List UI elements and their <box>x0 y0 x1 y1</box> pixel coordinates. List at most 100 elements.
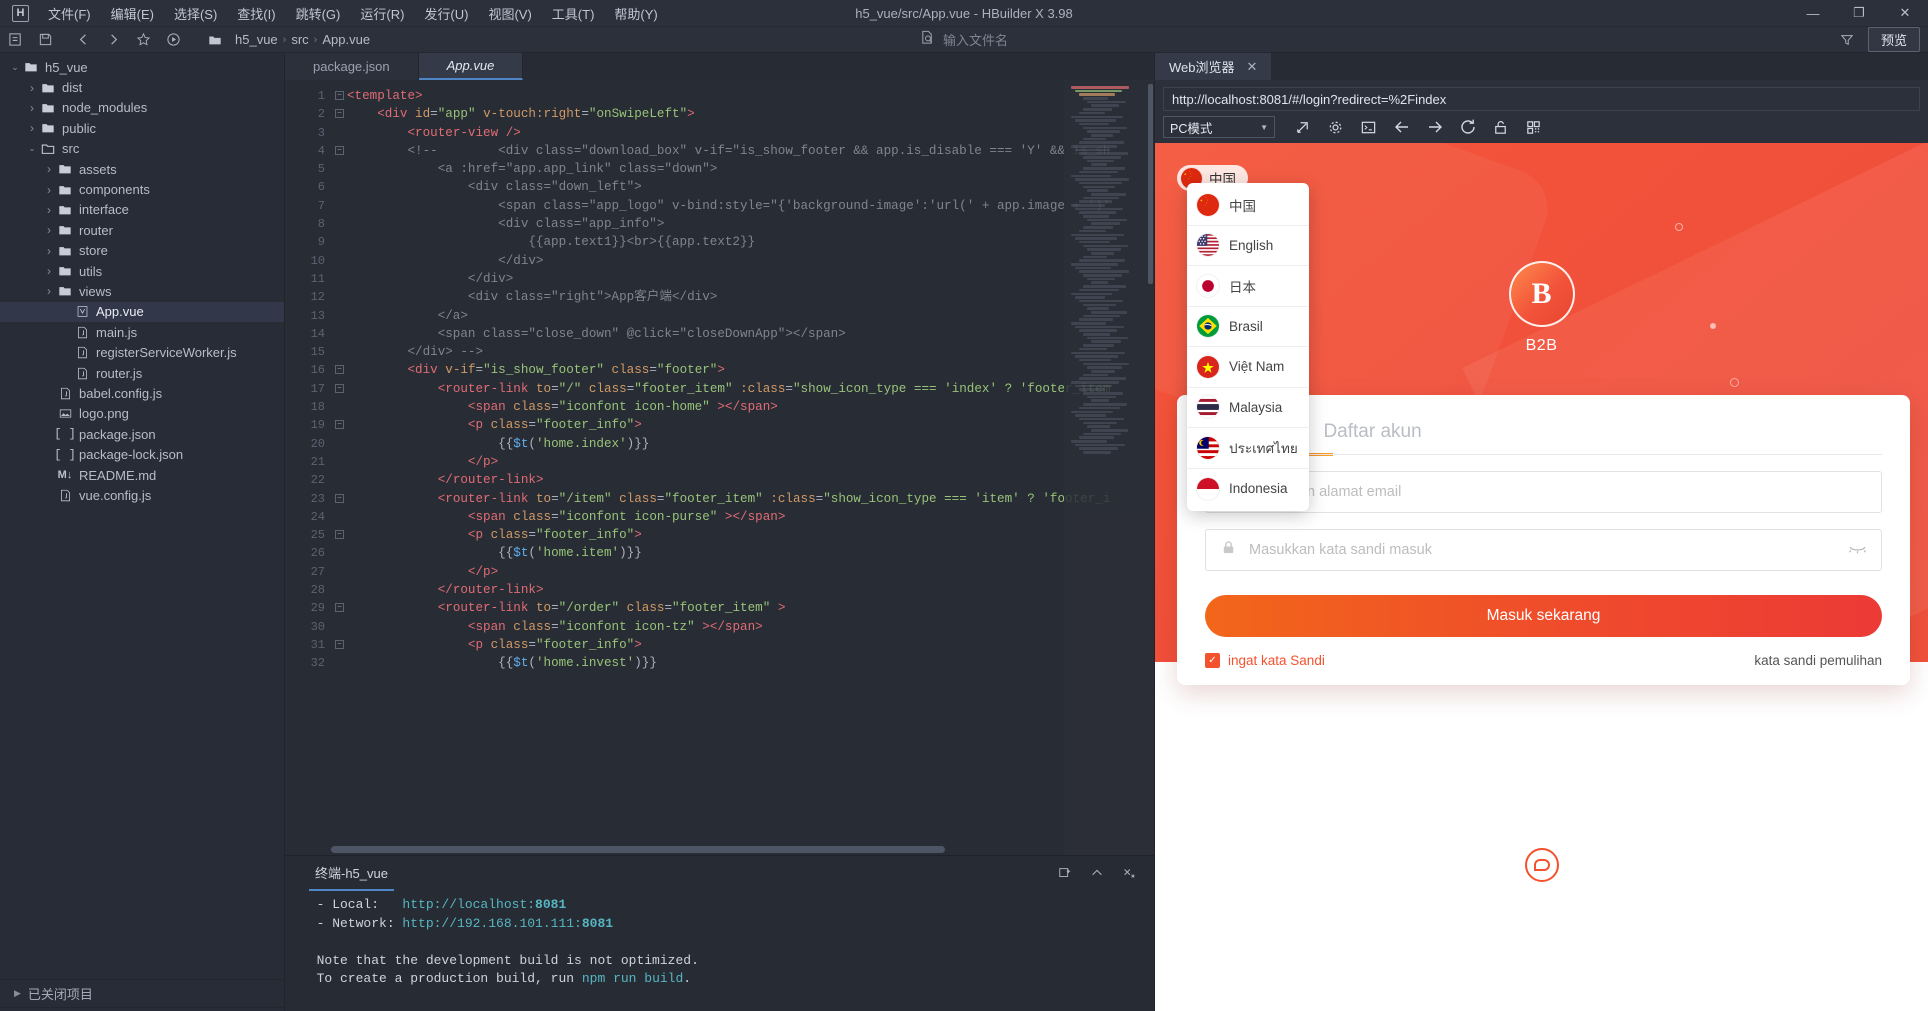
back-icon[interactable] <box>68 28 98 52</box>
chevron-right-icon[interactable]: › <box>42 284 56 298</box>
tab-app-vue[interactable]: App.vue <box>418 53 524 80</box>
support-chat-icon[interactable] <box>1524 848 1559 882</box>
language-option-7[interactable]: Indonesia <box>1187 469 1309 510</box>
chevron-right-icon[interactable]: › <box>25 81 39 95</box>
file-tree[interactable]: ⌄ h5_vue › dist › node_modules › public ⌄ src › ass… <box>0 53 284 979</box>
menu-find[interactable]: 查找(I) <box>228 0 284 27</box>
language-dropdown-menu[interactable]: 中国 English 日本 Brasil Việt Nam Malaysia ประเทศไ… <box>1187 183 1309 511</box>
bookmark-star-icon[interactable] <box>128 28 158 52</box>
language-option-4[interactable]: Việt Nam <box>1187 347 1309 388</box>
grid-icon[interactable] <box>1518 115 1549 139</box>
chevron-right-icon[interactable]: › <box>42 223 56 237</box>
chevron-down-icon[interactable]: ⌄ <box>8 62 22 73</box>
menu-view[interactable]: 视图(V) <box>479 0 540 27</box>
menu-file[interactable]: 文件(F) <box>39 0 100 27</box>
language-option-3[interactable]: Brasil <box>1187 307 1309 347</box>
tree-item-utils[interactable]: › utils <box>0 261 284 281</box>
forward-icon[interactable] <box>1419 115 1450 139</box>
tree-item-vue-config-js[interactable]: vue.config.js <box>0 485 284 505</box>
code-content[interactable]: <template> <div id="app" v-touch:right="… <box>331 80 1154 855</box>
terminal-output[interactable]: - Local: http://localhost:8081 - Network… <box>285 890 1154 1011</box>
run-icon[interactable] <box>158 28 188 52</box>
language-option-5[interactable]: Malaysia <box>1187 388 1309 428</box>
chevron-down-icon[interactable]: ⌄ <box>25 143 39 154</box>
tree-item-public[interactable]: › public <box>0 118 284 138</box>
menu-select[interactable]: 选择(S) <box>165 0 226 27</box>
remember-password-checkbox[interactable]: ✓ <box>1205 653 1220 668</box>
open-external-icon[interactable] <box>1287 115 1318 139</box>
remember-password-label[interactable]: ingat kata Sandi <box>1228 653 1325 668</box>
settings-icon[interactable] <box>1320 115 1351 139</box>
tree-item-views[interactable]: › views <box>0 281 284 301</box>
menu-publish[interactable]: 发行(U) <box>415 0 477 27</box>
closed-projects-row[interactable]: ▶ 已关闭项目 <box>0 979 284 1007</box>
password-field[interactable]: Masukkan kata sandi masuk <box>1205 529 1882 571</box>
console-icon[interactable] <box>1353 115 1384 139</box>
device-mode-select[interactable]: PC模式 ▼ <box>1163 116 1275 138</box>
tree-item-store[interactable]: › store <box>0 241 284 261</box>
tree-item-dist[interactable]: › dist <box>0 77 284 97</box>
minimap-scroll-thumb[interactable] <box>1148 84 1153 284</box>
tree-item-package-lock-json[interactable]: [ ] package-lock.json <box>0 444 284 464</box>
tree-item-h5-vue[interactable]: ⌄ h5_vue <box>0 57 284 77</box>
tree-item-router[interactable]: › router <box>0 220 284 240</box>
menu-tools[interactable]: 工具(T) <box>543 0 604 27</box>
menu-edit[interactable]: 编辑(E) <box>102 0 163 27</box>
filter-icon[interactable] <box>1832 28 1862 52</box>
tree-item-package-json[interactable]: [ ] package.json <box>0 424 284 444</box>
menu-run[interactable]: 运行(R) <box>351 0 413 27</box>
menu-help[interactable]: 帮助(Y) <box>605 0 666 27</box>
terminal-new-icon[interactable] <box>1050 861 1080 885</box>
language-option-0[interactable]: 中国 <box>1187 185 1309 226</box>
new-file-icon[interactable] <box>0 28 30 52</box>
file-search-box[interactable]: 输入文件名 <box>920 30 1008 50</box>
forward-icon[interactable] <box>98 28 128 52</box>
browser-tab[interactable]: Web浏览器 ✕ <box>1155 53 1272 80</box>
tree-item-components[interactable]: › components <box>0 179 284 199</box>
browser-url-bar[interactable]: http://localhost:8081/#/login?redirect=%… <box>1163 87 1920 111</box>
horizontal-scrollbar[interactable] <box>331 846 1062 853</box>
preview-button[interactable]: 预览 <box>1867 27 1920 52</box>
chevron-right-icon[interactable]: › <box>42 244 56 258</box>
code-minimap[interactable] <box>1064 80 1154 855</box>
reload-icon[interactable] <box>1452 115 1483 139</box>
terminal-tab[interactable]: 终端-h5_vue <box>309 863 394 891</box>
language-option-2[interactable]: 日本 <box>1187 266 1309 307</box>
code-editor[interactable]: 1−2− 3 4− 5 6 7 8 9 10 11 12 13 14 15 16−17− 18 19− 20 21 2… <box>285 80 1154 855</box>
tree-item-src[interactable]: ⌄ src <box>0 139 284 159</box>
chevron-right-icon[interactable]: › <box>25 101 39 115</box>
unlock-icon[interactable] <box>1485 115 1516 139</box>
breadcrumb-project[interactable]: h5_vue <box>235 32 278 47</box>
breadcrumb-file[interactable]: App.vue <box>322 32 370 47</box>
save-icon[interactable] <box>30 28 60 52</box>
tree-item-registerserviceworker-js[interactable]: registerServiceWorker.js <box>0 342 284 362</box>
tab-package-json[interactable]: package.json <box>285 53 419 80</box>
chevron-right-icon[interactable]: › <box>42 183 56 197</box>
tree-item-interface[interactable]: › interface <box>0 200 284 220</box>
language-option-1[interactable]: English <box>1187 226 1309 266</box>
menu-goto[interactable]: 跳转(G) <box>287 0 350 27</box>
language-option-6[interactable]: ประเทศไทย <box>1187 428 1309 469</box>
tree-item-readme-md[interactable]: M↓ README.md <box>0 465 284 485</box>
chevron-right-icon[interactable]: › <box>42 162 56 176</box>
tree-item-assets[interactable]: › assets <box>0 159 284 179</box>
chevron-right-icon[interactable]: › <box>42 203 56 217</box>
tree-item-node-modules[interactable]: › node_modules <box>0 98 284 118</box>
eye-off-icon[interactable] <box>1848 542 1867 558</box>
login-submit-button[interactable]: Masuk sekarang <box>1205 595 1882 637</box>
breadcrumb-folder[interactable]: src <box>291 32 308 47</box>
tree-item-router-js[interactable]: router.js <box>0 363 284 383</box>
back-icon[interactable] <box>1386 115 1417 139</box>
terminal-collapse-icon[interactable] <box>1082 861 1112 885</box>
tree-item-app-vue[interactable]: App.vue <box>0 301 284 323</box>
tree-item-main-js[interactable]: main.js <box>0 322 284 342</box>
close-icon[interactable]: ✕ <box>1247 59 1258 75</box>
chevron-right-icon[interactable]: › <box>25 121 39 135</box>
tab-register[interactable]: Daftar akun <box>1323 421 1421 443</box>
minimize-button[interactable]: — <box>1790 0 1836 26</box>
recover-password-link[interactable]: kata sandi pemulihan <box>1754 653 1882 668</box>
tree-item-logo-png[interactable]: logo.png <box>0 404 284 424</box>
chevron-right-icon[interactable]: › <box>42 264 56 278</box>
maximize-button[interactable]: ❐ <box>1836 0 1882 26</box>
close-button[interactable]: ✕ <box>1882 0 1928 26</box>
